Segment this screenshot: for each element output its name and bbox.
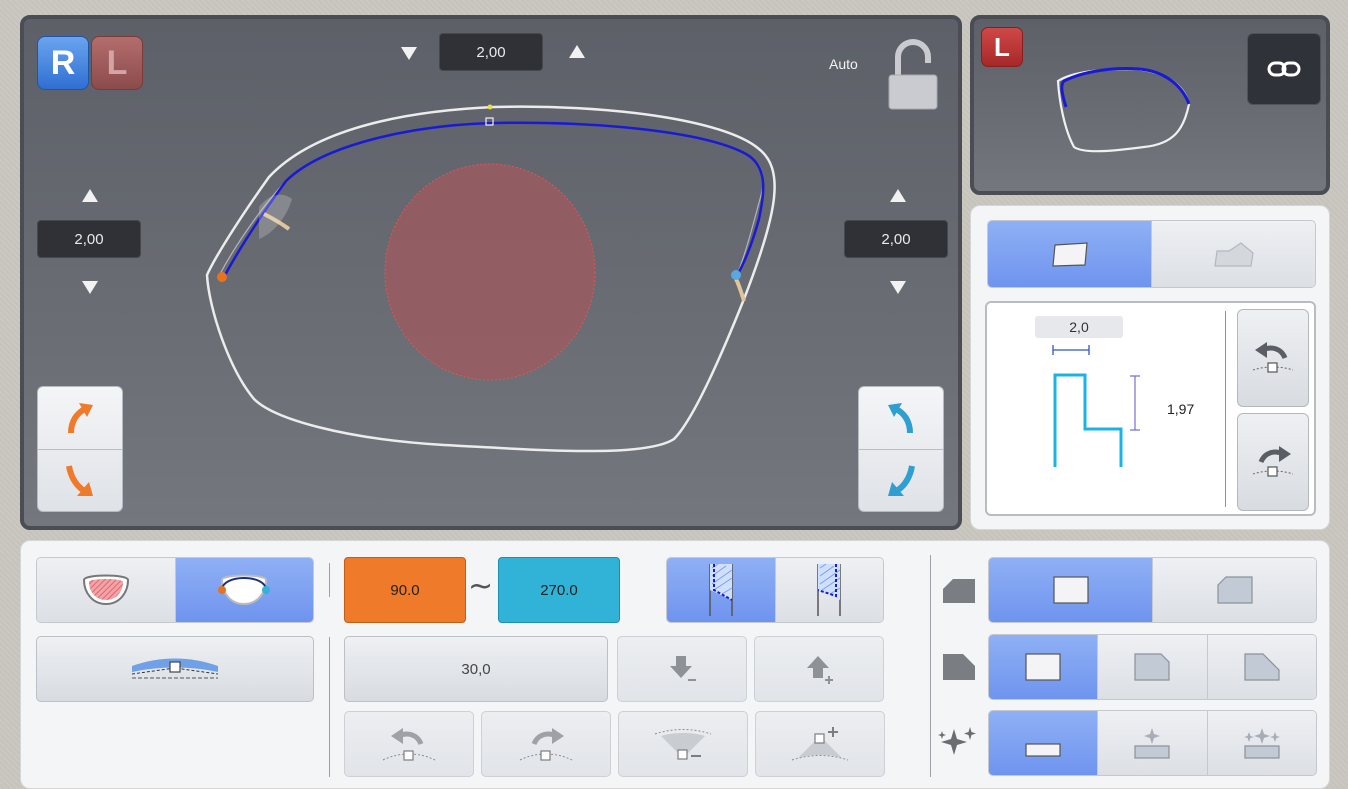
move-down-button[interactable] <box>617 636 747 702</box>
back-bevel-icon <box>817 563 841 616</box>
tilt-back-button[interactable] <box>1237 309 1309 407</box>
groove-settings-panel: 2,0 1,97 <box>970 205 1330 530</box>
blue-rotate-down-icon <box>888 464 915 496</box>
groove-width-value[interactable]: 2,0 <box>1035 316 1123 338</box>
curve-tilt-forward-button[interactable] <box>481 711 611 777</box>
bevel-lens-icon <box>218 574 271 606</box>
groove-profile-shape <box>1053 373 1123 467</box>
range-separator: ~ <box>468 569 494 604</box>
sparkle-icon <box>938 727 976 755</box>
orange-rotate-up-icon <box>68 403 93 434</box>
curve-increase-icon <box>791 727 849 761</box>
small-chamfer-option[interactable] <box>1097 635 1207 699</box>
no-polish-icon <box>1025 743 1061 757</box>
rotate-down-right-button[interactable] <box>859 449 943 511</box>
curve-tilt-back-button[interactable] <box>344 711 474 777</box>
frame-shape-editor: R L 2,00 Auto 2,00 2,00 <box>20 15 962 530</box>
orange-rotate-down-icon <box>66 464 93 496</box>
tilt-back-icon <box>1252 342 1294 373</box>
right-end-point <box>731 270 741 280</box>
edge-finish-selector <box>988 557 1317 623</box>
bevel-position-button[interactable] <box>36 636 314 702</box>
no-chamfer-option[interactable] <box>989 635 1098 699</box>
range-end-value[interactable]: 270.0 <box>498 557 620 623</box>
curve-increase-button[interactable] <box>755 711 885 777</box>
bottom-toolbar-panel: 90.0 ~ 270.0 30,0 <box>20 540 1330 789</box>
link-icon <box>1267 61 1301 77</box>
move-down-icon <box>670 656 696 681</box>
flat-edge-icon <box>1051 242 1088 267</box>
rotate-up-left-button[interactable] <box>38 387 122 449</box>
tilt-forward-icon <box>1252 446 1294 477</box>
curve-decrease-button[interactable] <box>618 711 748 777</box>
bevel-edge-option[interactable] <box>1151 221 1315 287</box>
view-mode-selector <box>36 557 314 623</box>
small-chamfer-icon <box>1134 653 1171 681</box>
flat-edge-option[interactable] <box>988 221 1151 287</box>
chamfer-edge-option[interactable] <box>1152 558 1316 622</box>
back-bevel-option[interactable] <box>774 558 883 622</box>
lens-fill-mode-option[interactable] <box>37 558 175 622</box>
left-start-point <box>217 272 227 282</box>
edge-type-selector <box>987 220 1316 288</box>
move-up-button[interactable] <box>754 636 884 702</box>
bevel-edit-mode-option[interactable] <box>174 558 313 622</box>
bevel-side-selector <box>666 557 884 623</box>
lens-preview-panel: L <box>970 15 1330 195</box>
groove-depth-value[interactable]: 1,97 <box>1167 401 1194 417</box>
large-chamfer-icon <box>1244 653 1280 681</box>
chamfer-shape-icon <box>943 654 975 680</box>
groove-profile-box: 2,0 1,97 <box>985 301 1316 516</box>
edge-row-icon <box>939 571 979 611</box>
square-edge-icon <box>1052 576 1089 604</box>
filled-lens-icon <box>82 574 129 606</box>
edge-shape-icon <box>943 579 975 603</box>
chamfer-edge-icon <box>1216 576 1253 604</box>
no-chamfer-icon <box>1025 653 1061 681</box>
tilt-value-field[interactable]: 30,0 <box>344 636 608 702</box>
tilt-forward-button[interactable] <box>1237 413 1309 511</box>
front-bevel-option[interactable] <box>667 558 775 622</box>
curve-decrease-icon <box>654 729 712 760</box>
link-button[interactable] <box>1247 33 1321 105</box>
high-polish-icon <box>1243 728 1280 759</box>
bevel-edge-icon <box>1213 242 1254 267</box>
blue-rotate-up-icon <box>888 403 913 434</box>
range-start-value[interactable]: 90.0 <box>344 557 466 623</box>
high-polish-option[interactable] <box>1206 711 1316 775</box>
polish-row-icon <box>937 721 981 761</box>
width-dimension-line <box>1052 345 1090 355</box>
chamfer-size-selector <box>988 634 1317 700</box>
optical-center-zone <box>384 163 596 381</box>
depth-dimension-line <box>1130 375 1140 431</box>
rotate-up-right-button[interactable] <box>859 387 943 449</box>
square-edge-option[interactable] <box>989 558 1152 622</box>
large-chamfer-option[interactable] <box>1206 635 1316 699</box>
front-bevel-icon <box>709 563 733 616</box>
polish-level-selector <box>988 710 1317 776</box>
light-polish-icon <box>1134 728 1171 759</box>
curve-tilt-back-icon <box>382 728 436 761</box>
no-polish-option[interactable] <box>989 711 1098 775</box>
move-up-icon <box>807 656 833 684</box>
left-rotate-buttons <box>37 386 123 512</box>
left-lens-badge: L <box>981 27 1023 67</box>
lens-thumbnail <box>1056 67 1191 153</box>
light-polish-option[interactable] <box>1097 711 1207 775</box>
bevel-position-icon <box>131 658 219 679</box>
lens-shape-canvas[interactable] <box>24 19 958 526</box>
chamfer-row-icon <box>939 647 979 687</box>
curve-tilt-forward-icon <box>519 728 573 761</box>
right-rotate-buttons <box>858 386 944 512</box>
rotate-down-left-button[interactable] <box>38 449 122 511</box>
